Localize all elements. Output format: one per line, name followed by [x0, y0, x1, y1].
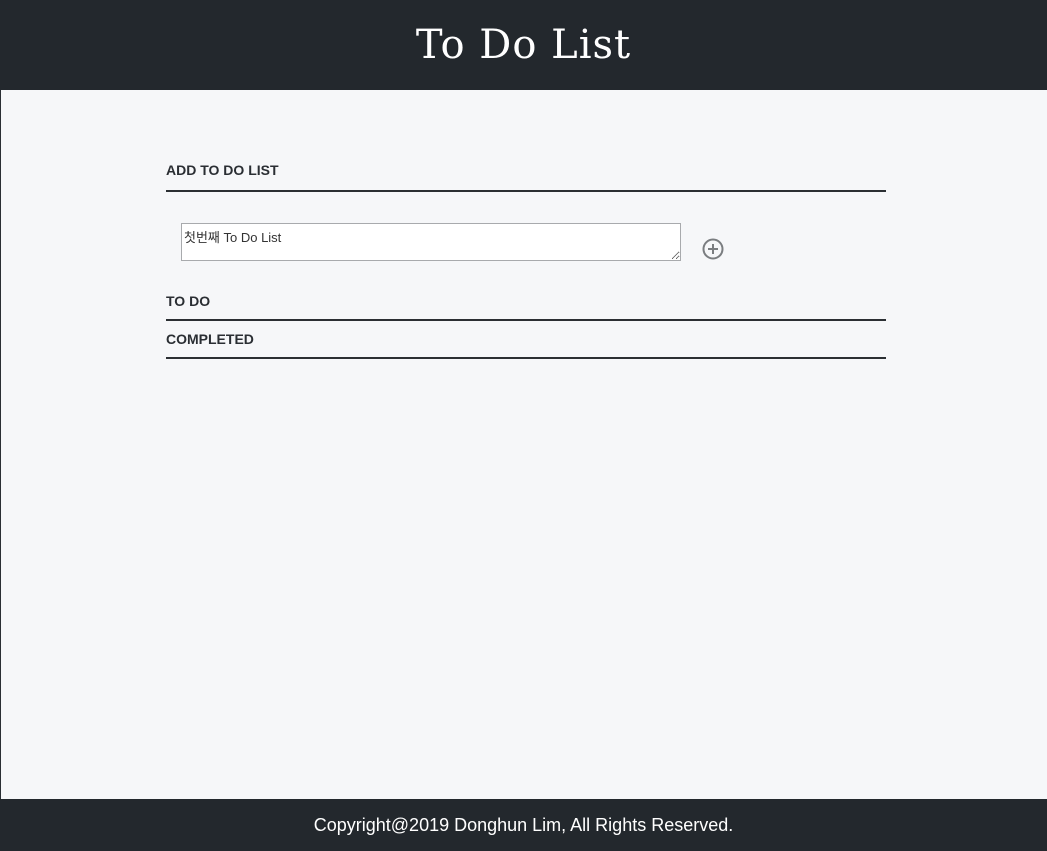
page-footer: Copyright@2019 Donghun Lim, All Rights R…: [0, 799, 1047, 851]
todo-heading: TO DO: [166, 283, 886, 321]
add-todo-row: 첫번째 To Do List: [166, 192, 886, 283]
add-todo-button[interactable]: [702, 238, 724, 260]
todo-input[interactable]: 첫번째 To Do List: [181, 223, 681, 261]
main-content: ADD TO DO LIST 첫번째 To Do List TO DO COMP…: [166, 150, 886, 359]
page-title: To Do List: [415, 22, 632, 68]
page-header: To Do List: [0, 0, 1047, 90]
copyright-text: Copyright@2019 Donghun Lim, All Rights R…: [313, 814, 734, 835]
left-border: [0, 90, 1, 799]
add-todo-heading: ADD TO DO LIST: [166, 150, 886, 192]
completed-heading: COMPLETED: [166, 321, 886, 359]
plus-circle-icon: [702, 238, 724, 260]
